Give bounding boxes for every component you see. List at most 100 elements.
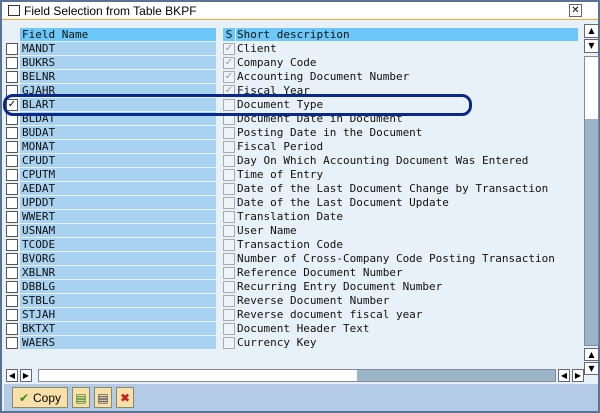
scroll-thumb[interactable] — [585, 57, 598, 119]
close-button[interactable]: ✕ — [569, 4, 582, 17]
key-checkbox — [223, 211, 235, 223]
table-row[interactable]: BUKRS ✓ Company Code — [4, 56, 580, 70]
field-name: USNAM — [20, 224, 216, 237]
select-checkbox[interactable] — [6, 169, 18, 181]
select-checkbox[interactable] — [6, 337, 18, 349]
short-description: Date of the Last Document Change by Tran… — [237, 182, 549, 195]
short-description: Reverse Document Number — [237, 294, 390, 307]
select-checkbox[interactable] — [6, 309, 18, 321]
column-header-s[interactable]: S — [223, 28, 235, 41]
scroll-up-button-bottom[interactable]: ▲ — [584, 348, 599, 361]
short-description: Number of Cross-Company Code Posting Tra… — [237, 252, 555, 265]
table-row[interactable]: BVORG Number of Cross-Company Code Posti… — [4, 252, 580, 266]
h-scroll-track[interactable] — [38, 369, 556, 382]
table-row[interactable]: TCODE Transaction Code — [4, 238, 580, 252]
table-row[interactable]: XBLNR Reference Document Number — [4, 266, 580, 280]
table-row[interactable]: AEDAT Date of the Last Document Change b… — [4, 182, 580, 196]
select-checkbox[interactable] — [6, 239, 18, 251]
field-name: CPUTM — [20, 168, 216, 181]
cancel-button[interactable]: ✖ — [116, 387, 134, 408]
select-checkbox[interactable] — [6, 43, 18, 55]
select-checkbox[interactable] — [6, 253, 18, 265]
key-checkbox — [223, 169, 235, 181]
table-row[interactable]: MONAT Fiscal Period — [4, 140, 580, 154]
table-row[interactable]: WWERT Translation Date — [4, 210, 580, 224]
key-checkbox — [223, 141, 235, 153]
select-checkbox[interactable] — [6, 323, 18, 335]
field-name: STBLG — [20, 294, 216, 307]
select-checkbox[interactable] — [6, 197, 18, 209]
short-description: Translation Date — [237, 210, 343, 223]
select-all-icon: ▤ — [75, 390, 87, 405]
table-row[interactable]: BUDAT Posting Date in the Document — [4, 126, 580, 140]
table-row[interactable]: UPDDT Date of the Last Document Update — [4, 196, 580, 210]
short-description: Fiscal Period — [237, 140, 324, 153]
select-checkbox[interactable] — [6, 57, 18, 69]
short-description: Document Header Text — [237, 322, 370, 335]
column-header-short-description[interactable]: Short description — [236, 28, 578, 41]
select-checkbox[interactable] — [6, 267, 18, 279]
field-name: BKTXT — [20, 322, 216, 335]
column-header-field-name[interactable]: Field Name — [20, 28, 216, 41]
field-name: STJAH — [20, 308, 216, 321]
short-description: Reverse document fiscal year — [237, 308, 423, 321]
select-checkbox[interactable] — [6, 225, 18, 237]
select-checkbox[interactable] — [6, 155, 18, 167]
select-checkbox[interactable] — [6, 281, 18, 293]
field-name: BVORG — [20, 252, 216, 265]
table-row[interactable]: CPUDT Day On Which Accounting Document W… — [4, 154, 580, 168]
table-header: Field Name S Short description — [4, 28, 580, 42]
table-row[interactable]: BKTXT Document Header Text — [4, 322, 580, 336]
table-row[interactable]: BELNR ✓ Accounting Document Number — [4, 70, 580, 84]
scroll-up-button[interactable]: ▲ — [584, 24, 599, 38]
dialog-title: Field Selection from Table BKPF — [24, 3, 197, 18]
short-description: Reference Document Number — [237, 266, 403, 279]
highlight-annotation — [3, 94, 472, 116]
table-row[interactable]: MANDT ✓ Client — [4, 42, 580, 56]
table-row[interactable]: USNAM User Name — [4, 224, 580, 238]
field-name: WWERT — [20, 210, 216, 223]
scroll-right-button[interactable]: ▶ — [20, 369, 32, 382]
key-checkbox — [223, 323, 235, 335]
field-name: BELNR — [20, 70, 216, 83]
table-row[interactable]: STBLG Reverse Document Number — [4, 294, 580, 308]
table-row[interactable]: WAERS Currency Key — [4, 336, 580, 350]
h-scroll-thumb[interactable] — [39, 370, 357, 381]
key-checkbox: ✓ — [223, 57, 235, 69]
select-checkbox[interactable] — [6, 141, 18, 153]
table-row[interactable]: STJAH Reverse document fiscal year — [4, 308, 580, 322]
short-description: Client — [237, 42, 277, 55]
select-checkbox[interactable] — [6, 183, 18, 195]
scroll-left-button[interactable]: ◀ — [6, 369, 18, 382]
key-checkbox — [223, 183, 235, 195]
key-checkbox — [223, 337, 235, 349]
scroll-right-button-2[interactable]: ▶ — [572, 369, 584, 382]
vertical-scrollbar[interactable]: ▲ ▼ ▲ ▼ — [584, 24, 599, 375]
scroll-track[interactable] — [584, 56, 599, 346]
short-description: Company Code — [237, 56, 317, 69]
deselect-all-button[interactable]: ▤ — [94, 387, 112, 408]
horizontal-scrollbar[interactable]: ◀ ▶ ◀ ▶ — [6, 369, 596, 382]
scroll-down-button[interactable]: ▼ — [584, 39, 599, 53]
short-description: Transaction Code — [237, 238, 343, 251]
select-checkbox[interactable] — [6, 71, 18, 83]
select-checkbox[interactable] — [6, 211, 18, 223]
key-checkbox: ✓ — [223, 43, 235, 55]
checkmark-icon: ✔ — [18, 390, 30, 405]
toolbar: ✔ Copy ▤ ▤ ✖ — [4, 384, 598, 411]
field-name: MANDT — [20, 42, 216, 55]
scroll-left-button-2[interactable]: ◀ — [558, 369, 570, 382]
field-selection-dialog: Field Selection from Table BKPF ✕ Field … — [0, 0, 600, 413]
copy-button[interactable]: ✔ Copy — [12, 387, 68, 408]
select-all-button[interactable]: ▤ — [72, 387, 90, 408]
copy-label: Copy — [33, 390, 62, 405]
table-row[interactable]: CPUTM Time of Entry — [4, 168, 580, 182]
field-name: CPUDT — [20, 154, 216, 167]
select-checkbox[interactable] — [6, 295, 18, 307]
field-name: UPDDT — [20, 196, 216, 209]
key-checkbox — [223, 155, 235, 167]
table-row[interactable]: DBBLG Recurring Entry Document Number — [4, 280, 580, 294]
select-checkbox[interactable] — [6, 127, 18, 139]
key-checkbox: ✓ — [223, 71, 235, 83]
dialog-icon — [8, 5, 20, 16]
